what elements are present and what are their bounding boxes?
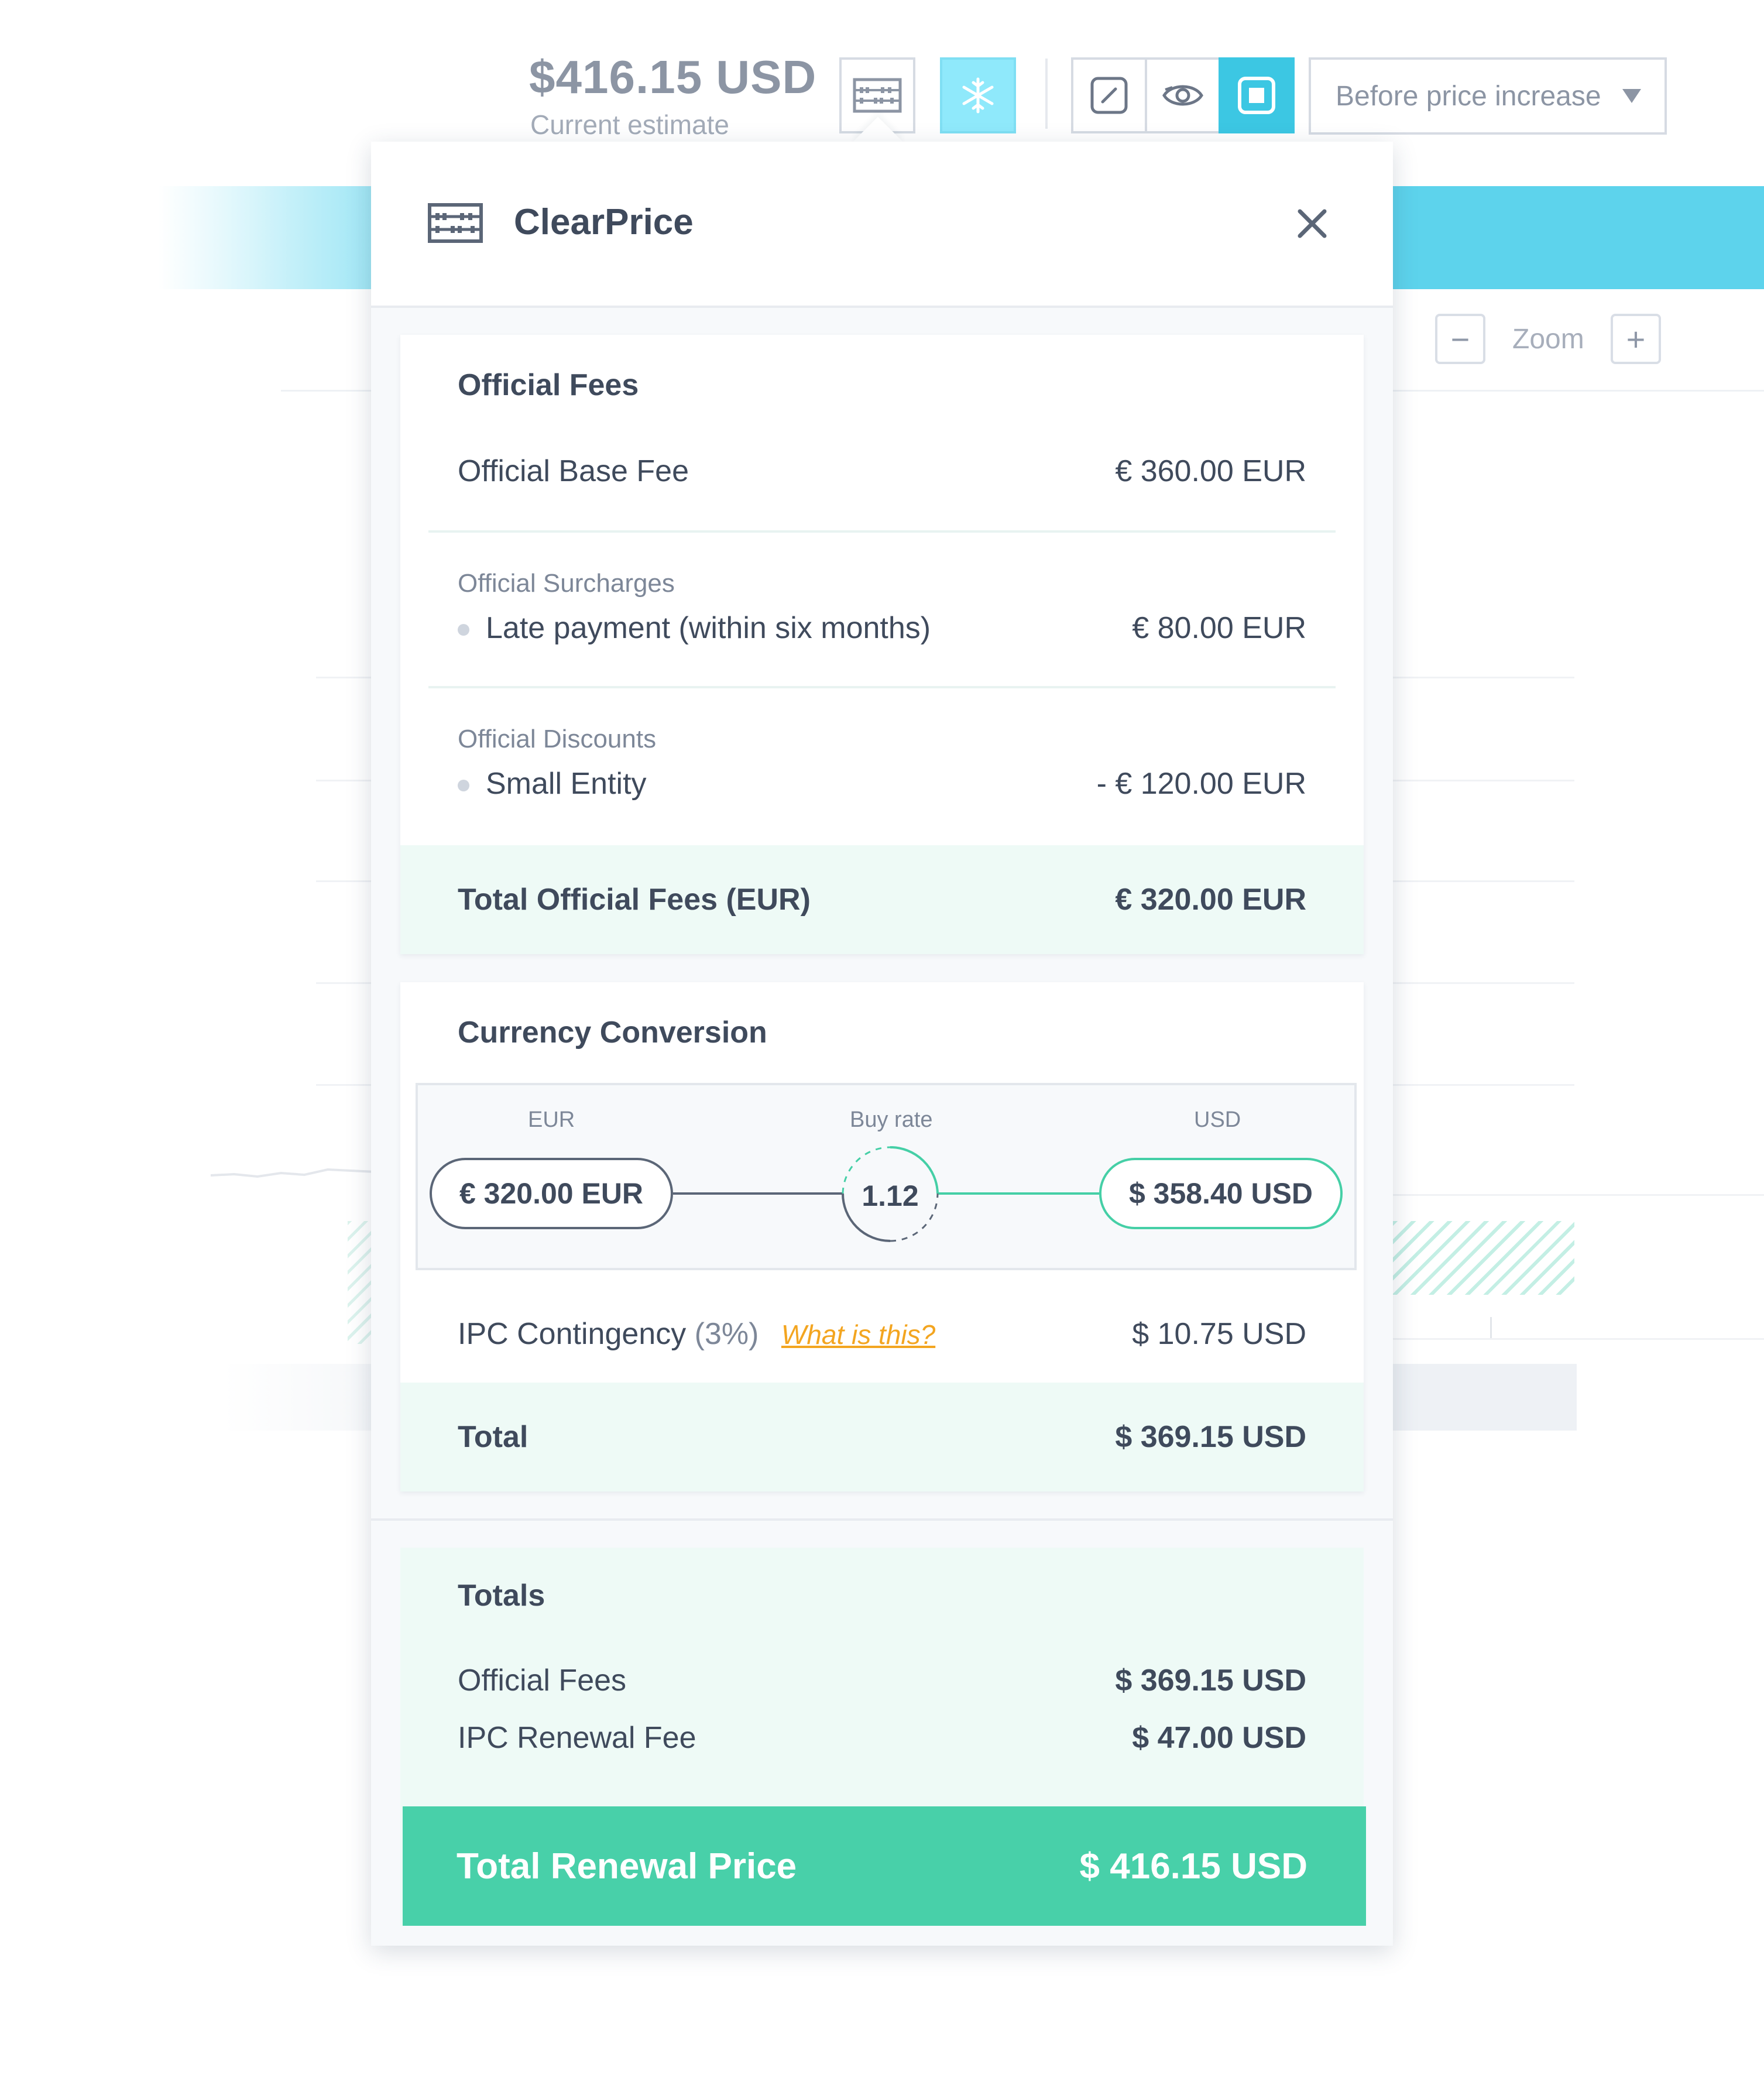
base-fee-value: € 360.00 EUR	[1115, 454, 1306, 488]
contingency-label: IPC Contingency	[458, 1317, 687, 1351]
official-fees-total-row: Total Official Fees (EUR) € 320.00 EUR	[400, 845, 1364, 954]
totals-ipc-label: IPC Renewal Fee	[458, 1721, 696, 1755]
plus-icon: +	[1626, 320, 1646, 358]
edit-icon	[1090, 77, 1128, 114]
totals-official-row: Official Fees $ 369.15 USD	[400, 1657, 1364, 1705]
eur-amount-pill: € 320.00 EUR	[430, 1158, 673, 1229]
axis-tick	[1490, 1317, 1492, 1338]
sparkline	[211, 1168, 375, 1178]
surcharge-label: Late payment (within six months)	[458, 611, 931, 646]
divider	[428, 530, 1336, 533]
what-is-this-link[interactable]: What is this?	[781, 1319, 935, 1350]
total-renewal-price-row: Total Renewal Price $ 416.15 USD	[403, 1806, 1366, 1926]
toolbar-separator	[1045, 59, 1048, 129]
conversion-title: Currency Conversion	[458, 1016, 767, 1050]
conversion-total-row: Total $ 369.15 USD	[400, 1383, 1364, 1491]
official-fees-total-value: € 320.00 EUR	[1115, 883, 1306, 917]
snowflake-icon	[962, 77, 994, 114]
currency-conversion-card: Currency Conversion EUR Buy rate USD € 3…	[400, 982, 1364, 1491]
conversion-total-label: Total	[458, 1420, 528, 1454]
zoom-out-button[interactable]: −	[1435, 314, 1485, 364]
surcharge-row: Late payment (within six months) € 80.00…	[400, 604, 1364, 652]
discounts-heading: Official Discounts	[458, 725, 657, 753]
abacus-icon	[428, 203, 483, 243]
discount-label-text: Small Entity	[486, 767, 647, 801]
popover-header: ClearPrice	[371, 142, 1393, 308]
fit-view-button[interactable]	[1219, 57, 1295, 133]
discount-value: - € 120.00 EUR	[1096, 767, 1306, 801]
close-icon	[1298, 209, 1327, 238]
section-divider	[371, 1518, 1393, 1521]
surcharge-value: € 80.00 EUR	[1132, 611, 1306, 645]
app-root: − Zoom + $416.15 USD Current estimate Be…	[0, 0, 1764, 2085]
eye-icon	[1162, 85, 1203, 106]
zoom-label: Zoom	[1512, 324, 1584, 355]
projection-hatch-left	[348, 1221, 371, 1344]
minus-icon: −	[1450, 320, 1470, 358]
discount-label: Small Entity	[458, 766, 647, 801]
totals-official-value: $ 369.15 USD	[1115, 1664, 1306, 1698]
estimate-label: Current estimate	[530, 109, 730, 140]
divider	[428, 686, 1336, 688]
freeze-button[interactable]	[940, 57, 1016, 133]
totals-title: Totals	[458, 1579, 545, 1613]
base-fee-row: Official Base Fee € 360.00 EUR	[400, 447, 1364, 495]
grid-line	[1393, 1194, 1764, 1196]
contingency-percent: (3%)	[694, 1317, 759, 1351]
conversion-widget: EUR Buy rate USD € 320.00 EUR 1.12 $ 358…	[416, 1083, 1357, 1270]
total-renewal-value: $ 416.15 USD	[1079, 1846, 1307, 1887]
timeline-band-fade	[158, 186, 380, 289]
totals-ipc-value: $ 47.00 USD	[1132, 1721, 1306, 1755]
usd-amount-pill: $ 358.40 USD	[1099, 1158, 1343, 1229]
view-mode-group	[1071, 57, 1295, 133]
total-renewal-label: Total Renewal Price	[457, 1846, 797, 1887]
preview-mode-button[interactable]	[1145, 57, 1221, 133]
chevron-down-icon	[1622, 89, 1641, 103]
estimate-price: $416.15 USD	[529, 51, 817, 103]
edit-mode-button[interactable]	[1071, 57, 1147, 133]
official-fees-title: Official Fees	[458, 368, 639, 402]
buy-rate-value: 1.12	[862, 1179, 919, 1212]
surcharge-label-text: Late payment (within six months)	[486, 611, 931, 645]
scenario-dropdown[interactable]: Before price increase	[1309, 57, 1667, 135]
bullet-icon	[458, 624, 469, 636]
zoom-in-button[interactable]: +	[1611, 314, 1661, 364]
official-fees-total-label: Total Official Fees (EUR)	[458, 883, 811, 917]
projection-hatch	[1393, 1221, 1574, 1295]
surcharges-heading: Official Surcharges	[458, 569, 675, 598]
popover-title: ClearPrice	[514, 202, 694, 242]
close-button[interactable]	[1289, 200, 1336, 247]
grid-line	[1393, 1338, 1764, 1340]
conversion-total-value: $ 369.15 USD	[1115, 1420, 1306, 1454]
totals-official-label: Official Fees	[458, 1664, 627, 1698]
discount-row: Small Entity - € 120.00 EUR	[400, 760, 1364, 808]
contingency-label-group: IPC Contingency (3%) What is this?	[458, 1316, 935, 1352]
fit-screen-icon	[1238, 77, 1275, 114]
dropdown-value: Before price increase	[1336, 80, 1601, 112]
contingency-row: IPC Contingency (3%) What is this? $ 10.…	[400, 1310, 1364, 1358]
clearprice-popover: ClearPrice Official Fees Official Base F…	[371, 142, 1393, 1946]
bullet-icon	[458, 780, 469, 792]
abacus-icon	[853, 78, 902, 113]
base-fee-label: Official Base Fee	[458, 454, 689, 488]
totals-ipc-row: IPC Renewal Fee $ 47.00 USD	[400, 1714, 1364, 1762]
contingency-value: $ 10.75 USD	[1132, 1317, 1306, 1351]
official-fees-card: Official Fees Official Base Fee € 360.00…	[400, 335, 1364, 954]
